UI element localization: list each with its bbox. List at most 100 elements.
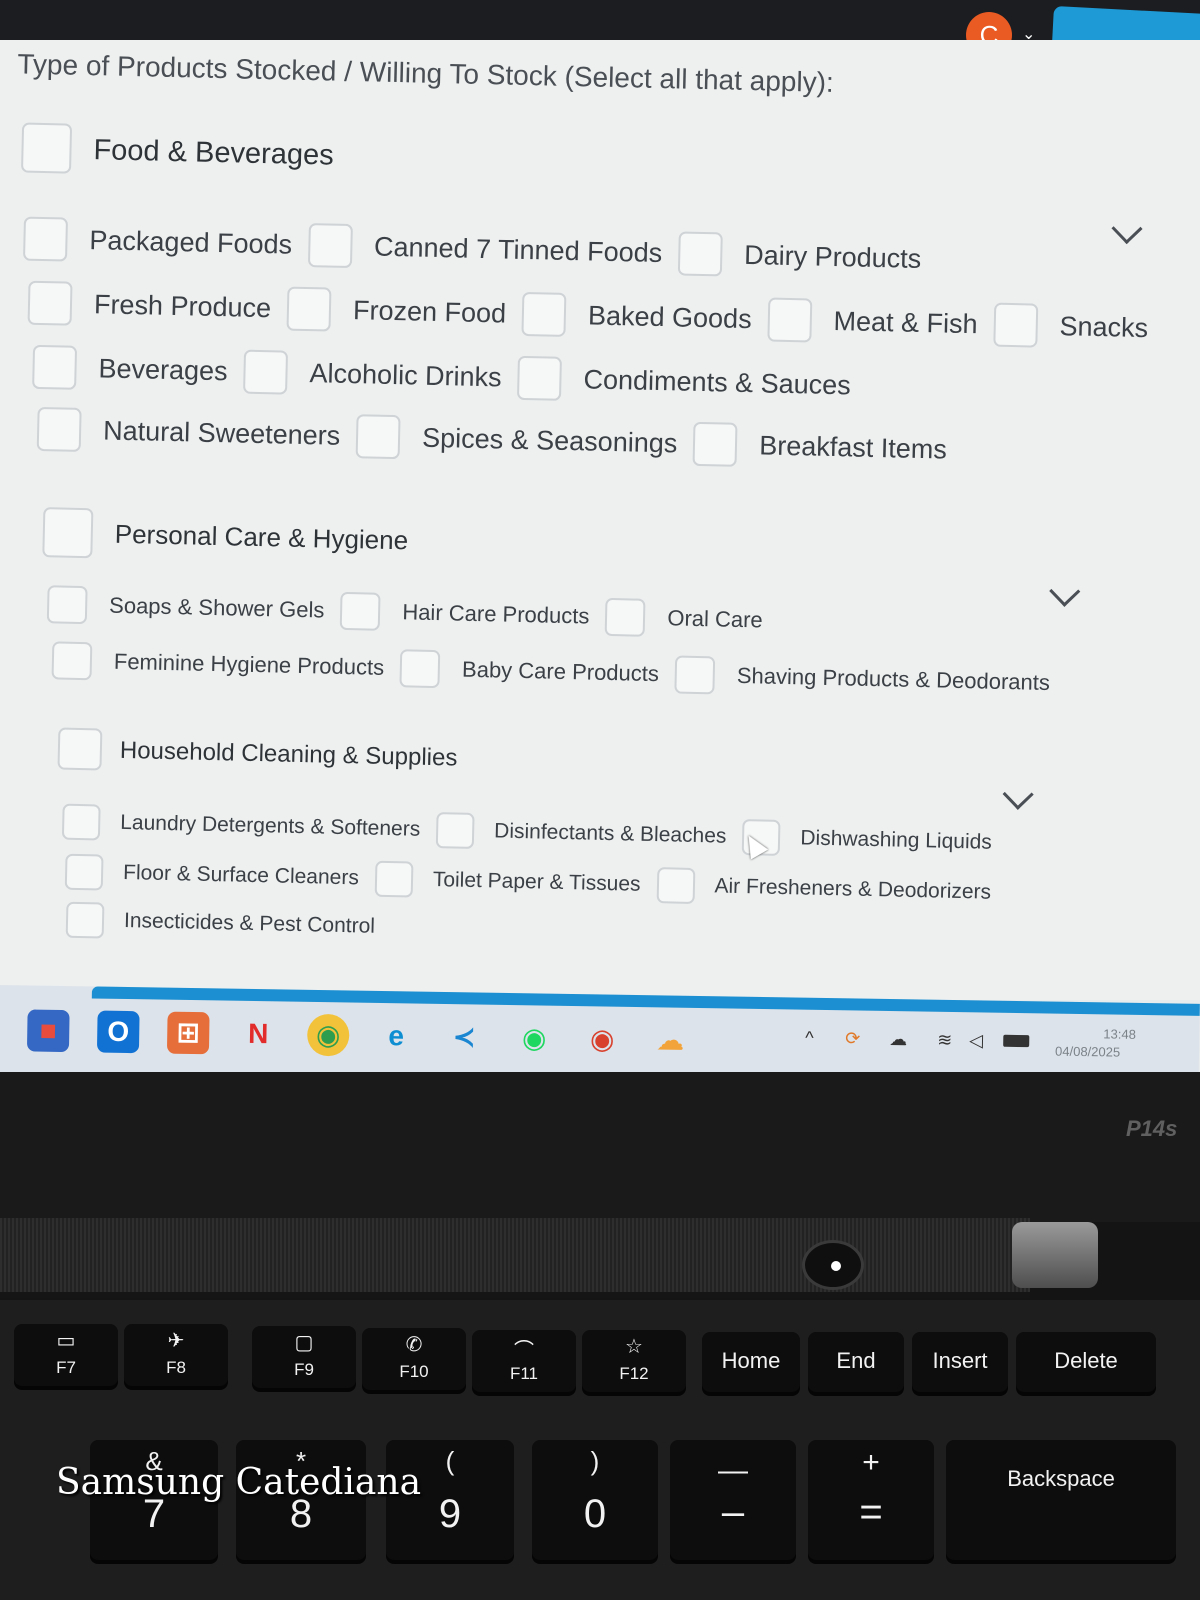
checkbox[interactable]: [677, 231, 723, 277]
checkbox[interactable]: [243, 349, 289, 395]
key-f10[interactable]: ✆ F10: [362, 1328, 466, 1390]
key-0[interactable]: ) 0: [532, 1440, 658, 1560]
checkbox[interactable]: [355, 414, 401, 460]
checkbox[interactable]: [27, 280, 73, 326]
key-delete[interactable]: Delete: [1016, 1332, 1156, 1392]
option-frozen-food[interactable]: Frozen Food: [286, 286, 507, 336]
option-canned-tinned-foods[interactable]: Canned 7 Tinned Foods: [307, 223, 663, 275]
battery-icon[interactable]: [1003, 1034, 1030, 1048]
option-insecticides-pest-control[interactable]: Insecticides & Pest Control: [65, 901, 376, 945]
key-f9[interactable]: ▢ F9: [252, 1326, 356, 1388]
option-snacks[interactable]: Snacks: [993, 302, 1149, 350]
option-dairy-products[interactable]: Dairy Products: [677, 231, 922, 281]
cloud-icon[interactable]: ☁: [889, 1029, 907, 1050]
power-button[interactable]: [802, 1240, 864, 1290]
section-title: Food & Beverages: [93, 134, 335, 172]
clock-time[interactable]: 13:48: [1103, 1026, 1136, 1042]
section-food-beverages[interactable]: Food & Beverages: [20, 122, 334, 174]
option-fresh-produce[interactable]: Fresh Produce: [27, 280, 272, 331]
onenote-icon[interactable]: N: [237, 1013, 280, 1056]
checkbox[interactable]: [399, 649, 441, 689]
key-f11[interactable]: ⌒ F11: [472, 1330, 576, 1392]
chrome-profile-icon[interactable]: ◉: [581, 1018, 624, 1061]
checkbox[interactable]: [46, 585, 88, 625]
option-breakfast-items[interactable]: Breakfast Items: [692, 421, 948, 472]
checkbox[interactable]: [692, 421, 738, 467]
key-home[interactable]: Home: [702, 1332, 800, 1392]
checkbox[interactable]: [51, 641, 93, 681]
checkbox[interactable]: [32, 344, 78, 390]
checkbox[interactable]: [307, 223, 353, 269]
key-minus[interactable]: — –: [670, 1440, 796, 1560]
clock-date[interactable]: 04/08/2025: [1055, 1044, 1120, 1060]
chrome-icon[interactable]: ◉: [306, 1013, 350, 1057]
outlook-icon[interactable]: O: [96, 1010, 140, 1054]
key-symbol: —: [718, 1454, 748, 1487]
checkbox[interactable]: [286, 286, 332, 332]
option-floor-surface-cleaners[interactable]: Floor & Surface Cleaners: [64, 853, 360, 897]
key-end[interactable]: End: [808, 1332, 904, 1392]
checkbox[interactable]: [517, 355, 563, 401]
key-f7[interactable]: ▭ F7: [14, 1324, 118, 1386]
key-f8[interactable]: ✈ F8: [124, 1324, 228, 1386]
option-alcoholic-drinks[interactable]: Alcoholic Drinks: [243, 349, 502, 400]
option-feminine-hygiene[interactable]: Feminine Hygiene Products: [51, 641, 385, 687]
checkbox[interactable]: [64, 853, 104, 891]
section-checkbox[interactable]: [20, 122, 73, 174]
section-checkbox[interactable]: [42, 507, 94, 559]
option-hair-care[interactable]: Hair Care Products: [339, 591, 590, 636]
chevron-down-icon[interactable]: [1002, 778, 1034, 810]
option-label: Feminine Hygiene Products: [113, 648, 385, 680]
checkbox[interactable]: [521, 291, 567, 337]
checkbox[interactable]: [604, 597, 646, 637]
option-disinfectants-bleaches[interactable]: Disinfectants & Bleaches: [435, 812, 727, 855]
option-natural-sweeteners[interactable]: Natural Sweeteners: [36, 406, 341, 458]
volume-icon[interactable]: ◁: [969, 1030, 983, 1051]
checkbox[interactable]: [674, 655, 716, 695]
key-equals[interactable]: + =: [808, 1440, 934, 1560]
key-backspace[interactable]: Backspace: [946, 1440, 1176, 1560]
checkbox[interactable]: [61, 803, 101, 841]
option-beverages[interactable]: Beverages: [32, 344, 228, 393]
option-laundry-detergents[interactable]: Laundry Detergents & Softeners: [61, 803, 421, 848]
key-insert[interactable]: Insert: [912, 1332, 1008, 1392]
sync-icon[interactable]: ⟳: [845, 1028, 860, 1049]
section-household-cleaning[interactable]: Household Cleaning & Supplies: [57, 727, 458, 777]
option-packaged-foods[interactable]: Packaged Foods: [23, 216, 293, 267]
checkbox[interactable]: [767, 297, 813, 343]
option-label: Shaving Products & Deodorants: [736, 662, 1051, 695]
app-icon[interactable]: ⊞: [166, 1011, 210, 1055]
section-checkbox[interactable]: [57, 727, 103, 771]
option-oral-care[interactable]: Oral Care: [604, 597, 763, 640]
vscode-icon[interactable]: ≺: [443, 1016, 486, 1059]
option-air-fresheners[interactable]: Air Fresheners & Deodorizers: [656, 867, 991, 911]
option-spices-seasonings[interactable]: Spices & Seasonings: [355, 414, 678, 465]
checkbox[interactable]: [65, 901, 105, 939]
checkbox[interactable]: [374, 860, 414, 898]
checkbox[interactable]: [435, 812, 475, 849]
checkbox[interactable]: [339, 591, 381, 631]
chevron-up-icon[interactable]: ^: [805, 1028, 814, 1049]
checkbox[interactable]: [656, 867, 695, 904]
chevron-down-icon[interactable]: [1049, 575, 1081, 607]
start-icon[interactable]: ■: [26, 1009, 70, 1053]
option-condiments-sauces[interactable]: Condiments & Sauces: [517, 355, 851, 408]
chevron-down-icon[interactable]: [1111, 213, 1143, 245]
section-personal-care[interactable]: Personal Care & Hygiene: [42, 507, 408, 559]
spotify-icon[interactable]: ◉: [513, 1017, 556, 1060]
checkbox[interactable]: [23, 216, 68, 262]
option-dishwashing-liquids[interactable]: Dishwashing Liquids: [742, 819, 992, 861]
option-baby-care[interactable]: Baby Care Products: [399, 649, 660, 693]
option-toilet-paper-tissues[interactable]: Toilet Paper & Tissues: [374, 860, 641, 903]
option-baked-goods[interactable]: Baked Goods: [521, 291, 753, 341]
option-meat-fish[interactable]: Meat & Fish: [767, 297, 978, 346]
key-f12[interactable]: ☆ F12: [582, 1330, 686, 1392]
option-label: Soaps & Shower Gels: [108, 592, 325, 623]
wifi-icon[interactable]: ≋: [937, 1030, 952, 1051]
checkbox[interactable]: [993, 302, 1039, 348]
option-shaving-deodorants[interactable]: Shaving Products & Deodorants: [674, 655, 1050, 701]
edge-icon[interactable]: e: [375, 1015, 418, 1058]
option-soaps-shower-gels[interactable]: Soaps & Shower Gels: [46, 585, 325, 629]
checkbox[interactable]: [36, 406, 82, 452]
weather-icon[interactable]: ☁: [649, 1019, 692, 1062]
